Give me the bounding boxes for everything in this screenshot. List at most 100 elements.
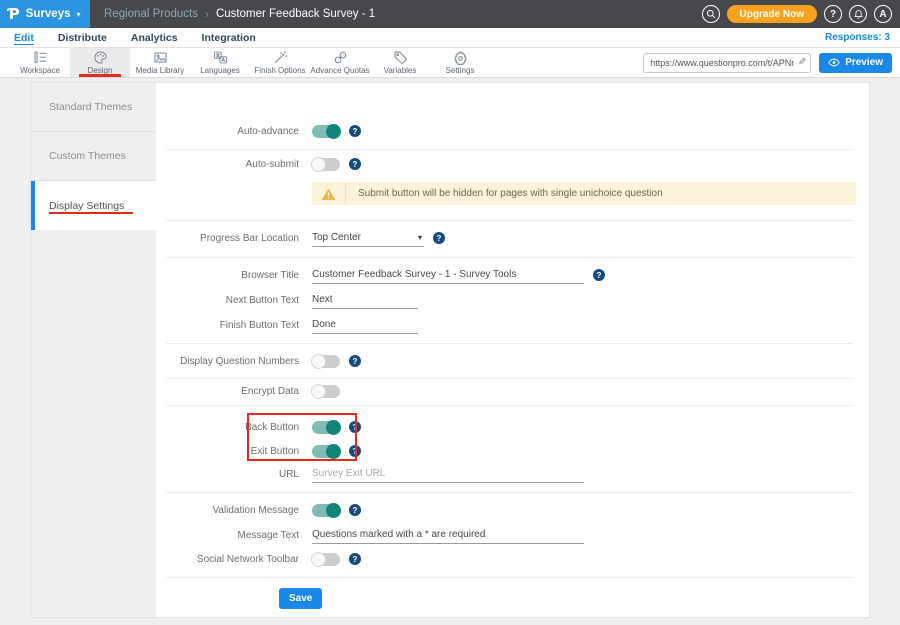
browser-title-input[interactable] [312,267,584,284]
tool-settings[interactable]: Settings [430,48,490,77]
divider [166,220,854,221]
help-icon[interactable]: ? [349,158,361,170]
magic-wand-icon [273,50,288,65]
display-question-numbers-toggle[interactable] [312,355,340,368]
help-icon[interactable]: ? [349,504,361,516]
toggle-knob [311,354,326,369]
tag-icon [393,50,408,65]
divider [166,149,854,150]
message-text-input[interactable] [312,527,584,544]
questionpro-logo-icon: Ƥ [8,7,20,22]
help-icon[interactable]: ? [349,553,361,565]
display-settings-form: Auto-advance ? Auto-submit ? Submit butt… [156,83,870,617]
palette-icon [93,50,108,65]
nav-tab-distribute[interactable]: Distribute [58,32,107,44]
notifications-bell-icon[interactable] [849,5,867,23]
auto-submit-label: Auto-submit [156,159,299,170]
tool-advance-quotas[interactable]: Advance Quotas [310,48,370,77]
message-text-label: Message Text [156,530,299,541]
next-button-text-input[interactable] [312,292,418,309]
tool-finish-options[interactable]: Finish Options [250,48,310,77]
browser-title-label: Browser Title [156,270,299,281]
help-icon[interactable]: ? [349,421,361,433]
tool-media-library[interactable]: Media Library [130,48,190,77]
tool-variables[interactable]: Variables [370,48,430,77]
exit-button-toggle[interactable] [312,445,340,458]
toggle-knob [326,124,341,139]
exit-url-label: URL [156,469,299,480]
auto-advance-toggle[interactable] [312,125,340,138]
validation-message-toggle[interactable] [312,504,340,517]
help-icon[interactable]: ? [433,232,445,244]
help-icon[interactable]: ? [593,269,605,281]
save-button[interactable]: Save [279,588,322,609]
help-icon[interactable]: ? [349,355,361,367]
breadcrumb: Regional Products › Customer Feedback Su… [104,7,375,21]
responses-count[interactable]: Responses: 3 [825,32,890,43]
tool-label: Languages [200,66,240,75]
toggle-knob [311,552,326,567]
divider [166,257,854,258]
sidebar-item-standard-themes[interactable]: Standard Themes [31,83,156,132]
sidebar-item-display-settings[interactable]: Display Settings [31,181,156,230]
top-bar: Ƥ Surveys ▾ Regional Products › Customer… [0,0,900,28]
auto-submit-toggle[interactable] [312,158,340,171]
divider [166,405,854,406]
image-icon [153,50,168,65]
tool-design[interactable]: Design [70,48,130,77]
avatar[interactable]: A [874,5,892,23]
nav-tab-edit[interactable]: Edit [14,32,34,44]
display-settings-panel: Standard Themes Custom Themes Display Se… [30,82,870,618]
warning-text: Submit button will be hidden for pages w… [346,188,663,199]
app-menu[interactable]: Ƥ Surveys ▾ [0,0,90,28]
breadcrumb-current: Customer Feedback Survey - 1 [216,8,375,20]
tool-label: Finish Options [254,66,305,75]
eye-icon [828,58,840,67]
next-button-text-label: Next Button Text [156,295,299,306]
sidebar-item-custom-themes[interactable]: Custom Themes [31,132,156,181]
exit-button-label: Exit Button [156,446,299,457]
sidebar-item-label: Custom Themes [49,150,126,162]
finish-button-text-input[interactable] [312,317,418,334]
toggle-knob [311,384,326,399]
preview-button[interactable]: Preview [819,53,892,73]
auto-advance-label: Auto-advance [156,126,299,137]
breadcrumb-separator: › [205,7,209,21]
toggle-knob [311,157,326,172]
encrypt-data-toggle[interactable] [312,385,340,398]
encrypt-data-label: Encrypt Data [156,386,299,397]
back-button-label: Back Button [156,422,299,433]
breadcrumb-parent[interactable]: Regional Products [104,8,198,20]
edit-pencil-icon[interactable]: ✎ [798,57,806,68]
sidebar-item-label: Display Settings [49,200,124,212]
back-button-toggle[interactable] [312,421,340,434]
nav-tab-analytics[interactable]: Analytics [131,32,178,44]
survey-exit-url-input[interactable] [312,466,584,483]
tool-label: Variables [384,66,417,75]
help-circle-icon[interactable]: ? [824,5,842,23]
select-value: Top Center [312,232,361,243]
design-toolbar: Workspace Design Media Library Languages… [0,48,900,78]
annotation-underline [49,212,133,214]
nav-tab-integration[interactable]: Integration [202,32,256,44]
tool-label: Design [88,66,113,75]
tool-languages[interactable]: Languages [190,48,250,77]
divider [166,577,854,578]
search-icon[interactable] [702,5,720,23]
chain-links-icon [333,50,348,65]
survey-url-input[interactable] [650,58,794,68]
upgrade-now-button[interactable]: Upgrade Now [727,5,817,23]
tool-workspace[interactable]: Workspace [10,48,70,77]
display-question-numbers-label: Display Question Numbers [156,356,299,367]
social-network-toolbar-toggle[interactable] [312,553,340,566]
progress-bar-location-label: Progress Bar Location [156,233,299,244]
warning-triangle-icon [312,182,346,205]
help-icon[interactable]: ? [349,125,361,137]
progress-bar-location-select[interactable]: Top Center ▾ [312,230,424,247]
tool-label: Advance Quotas [310,66,369,75]
help-icon[interactable]: ? [349,445,361,457]
divider [166,343,854,344]
sidebar-item-label: Standard Themes [49,101,132,113]
tool-label: Settings [446,66,475,75]
warning-banner: Submit button will be hidden for pages w… [312,182,856,205]
